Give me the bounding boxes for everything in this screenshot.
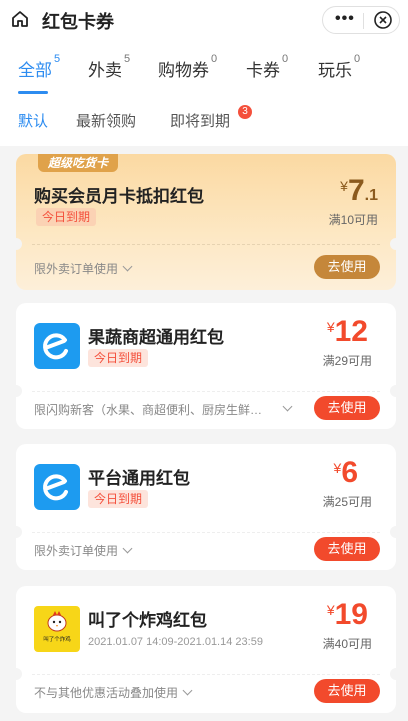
- min-spend: 满10可用: [328, 213, 378, 227]
- coupon-card: 超级吃货卡 购买会员月卡抵扣红包 今日到期 ¥7.1 满10可用 限外卖订单使用…: [16, 154, 396, 290]
- coupon-amount: ¥7.1: [340, 174, 378, 208]
- chevron-down-icon: [122, 543, 133, 554]
- ticket-notch-left: [16, 238, 22, 250]
- amount-decimal: .1: [364, 187, 378, 204]
- capsule-divider: [363, 13, 364, 29]
- coupon-amount: ¥12: [327, 315, 368, 349]
- ticket-notch-right: [390, 238, 396, 250]
- chicken-logo-text: 叫了个炸鸡: [43, 635, 71, 643]
- validity-period: 2021.01.07 14:09-2021.01.14 23:59: [88, 636, 263, 648]
- home-icon[interactable]: [10, 9, 30, 29]
- usage-limit[interactable]: 不与其他优惠活动叠加使用: [34, 684, 193, 701]
- tab-label: 卡券: [246, 61, 280, 80]
- sort-expiring[interactable]: 即将到期: [170, 110, 230, 131]
- card-divider: [32, 532, 380, 533]
- tab-label: 玩乐: [318, 61, 352, 80]
- min-spend: 满40可用: [322, 637, 372, 651]
- use-button[interactable]: 去使用: [314, 255, 380, 279]
- amount-integer: 7: [347, 174, 365, 207]
- super-foodie-ribbon: 超级吃货卡: [38, 154, 119, 172]
- ticket-notch-right: [390, 668, 396, 680]
- coupon-title: 叫了个炸鸡红包: [88, 611, 207, 630]
- expiry-tag: 今日到期: [36, 208, 97, 226]
- coupon-card: 叫了个炸鸡 叫了个炸鸡红包 2021.01.07 14:09-2021.01.1…: [16, 586, 396, 713]
- usage-limit-text: 不与其他优惠活动叠加使用: [34, 686, 179, 700]
- tab-count: 0: [282, 53, 289, 65]
- card-divider: [32, 674, 380, 675]
- use-button[interactable]: 去使用: [314, 396, 380, 420]
- close-icon[interactable]: [373, 10, 393, 30]
- tab-takeout[interactable]: 外卖5: [88, 53, 131, 81]
- ticket-notch-left: [16, 526, 22, 538]
- usage-limit-text: 限外卖订单使用: [34, 544, 119, 558]
- tab-count: 5: [54, 53, 61, 65]
- usage-limit-text: 限外卖订单使用: [34, 262, 119, 276]
- eleme-logo-icon: [34, 464, 80, 510]
- use-button[interactable]: 去使用: [314, 679, 380, 703]
- amount-integer: 19: [334, 598, 368, 631]
- chevron-down-icon: [122, 261, 133, 272]
- sort-newest[interactable]: 最新领购: [76, 110, 136, 131]
- card-divider: [32, 244, 380, 245]
- tab-label: 全部: [18, 61, 52, 80]
- ticket-notch-right: [390, 526, 396, 538]
- mini-program-capsule: •••: [322, 6, 400, 34]
- tab-cards[interactable]: 卡券0: [246, 53, 289, 81]
- currency-symbol: ¥: [333, 460, 342, 476]
- page-title: 红包卡券: [42, 12, 114, 32]
- tab-all[interactable]: 全部5: [18, 53, 61, 81]
- min-spend: 满29可用: [322, 354, 372, 368]
- ticket-notch-left: [16, 668, 22, 680]
- category-tabs: 全部5 外卖5 购物券0 卡券0 玩乐0: [0, 38, 408, 96]
- eleme-logo-icon: [34, 323, 80, 369]
- more-icon[interactable]: •••: [335, 10, 355, 28]
- coupon-card: 平台通用红包 今日到期 ¥6 满25可用 限外卖订单使用 去使用: [16, 444, 396, 570]
- tab-label: 外卖: [88, 61, 122, 80]
- ticket-notch-right: [390, 385, 396, 397]
- expiring-count-badge: 3: [238, 105, 252, 119]
- usage-limit[interactable]: 限外卖订单使用: [34, 542, 133, 559]
- card-divider: [32, 391, 380, 392]
- tab-count: 0: [211, 53, 218, 65]
- amount-integer: 12: [334, 315, 368, 348]
- use-button[interactable]: 去使用: [314, 537, 380, 561]
- coupon-title: 平台通用红包: [88, 469, 190, 488]
- usage-limit-text[interactable]: 限闪购新客（水果、商超便利、厨房生鲜…: [34, 401, 286, 418]
- amount-integer: 6: [341, 456, 358, 489]
- tab-fun[interactable]: 玩乐0: [318, 53, 361, 81]
- coupon-card: 果蔬商超通用红包 今日到期 ¥12 满29可用 限闪购新客（水果、商超便利、厨房…: [16, 303, 396, 429]
- usage-limit[interactable]: 限外卖订单使用: [34, 260, 133, 277]
- currency-symbol: ¥: [326, 602, 335, 618]
- chevron-down-icon: [182, 685, 193, 696]
- expiry-tag: 今日到期: [88, 490, 149, 508]
- sort-default[interactable]: 默认: [18, 110, 48, 131]
- currency-symbol: ¥: [326, 319, 335, 335]
- tab-count: 0: [354, 53, 361, 65]
- expiry-tag: 今日到期: [88, 349, 149, 367]
- min-spend: 满25可用: [322, 495, 372, 509]
- coupon-title: 购买会员月卡抵扣红包: [34, 187, 204, 206]
- currency-symbol: ¥: [340, 178, 348, 194]
- coupon-title: 果蔬商超通用红包: [88, 328, 224, 347]
- sort-tabs: 默认 最新领购 即将到期 3: [0, 96, 408, 146]
- tab-label: 购物券: [158, 61, 209, 80]
- active-tab-indicator: [18, 91, 48, 94]
- coupon-amount: ¥6: [334, 456, 358, 490]
- top-bar: 红包卡券 •••: [0, 0, 408, 38]
- chicken-logo-icon: 叫了个炸鸡: [34, 606, 80, 652]
- tab-count: 5: [124, 53, 131, 65]
- tab-shopping-voucher[interactable]: 购物券0: [158, 53, 218, 81]
- coupon-amount: ¥19: [327, 598, 368, 632]
- ticket-notch-left: [16, 385, 22, 397]
